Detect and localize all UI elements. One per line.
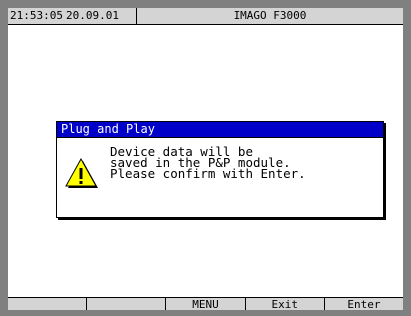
menu-softkey[interactable]: MENU xyxy=(166,298,246,310)
dialog-message: Device data will be saved in the P&P modu… xyxy=(110,145,306,181)
warning-icon xyxy=(65,158,98,188)
exit-softkey[interactable]: Exit xyxy=(246,298,325,310)
status-date: 20.09.01 xyxy=(66,9,119,22)
softkey-bar: MENU Exit Enter xyxy=(8,297,403,310)
softkey-2[interactable] xyxy=(87,298,167,310)
status-time: 21:53:05 xyxy=(10,9,63,22)
device-screen: 21:53:05 20.09.01 IMAGO F3000 Plug and P… xyxy=(8,8,403,310)
status-bar: 21:53:05 20.09.01 IMAGO F3000 xyxy=(8,8,403,25)
enter-softkey[interactable]: Enter xyxy=(325,298,403,310)
device-title: IMAGO F3000 xyxy=(233,9,307,22)
dialog-title: Plug and Play xyxy=(57,122,383,138)
message-line-3: Please confirm with Enter. xyxy=(110,166,306,181)
plug-and-play-dialog: Plug and Play Device data will be saved i… xyxy=(56,121,384,218)
softkey-1[interactable] xyxy=(8,298,88,310)
